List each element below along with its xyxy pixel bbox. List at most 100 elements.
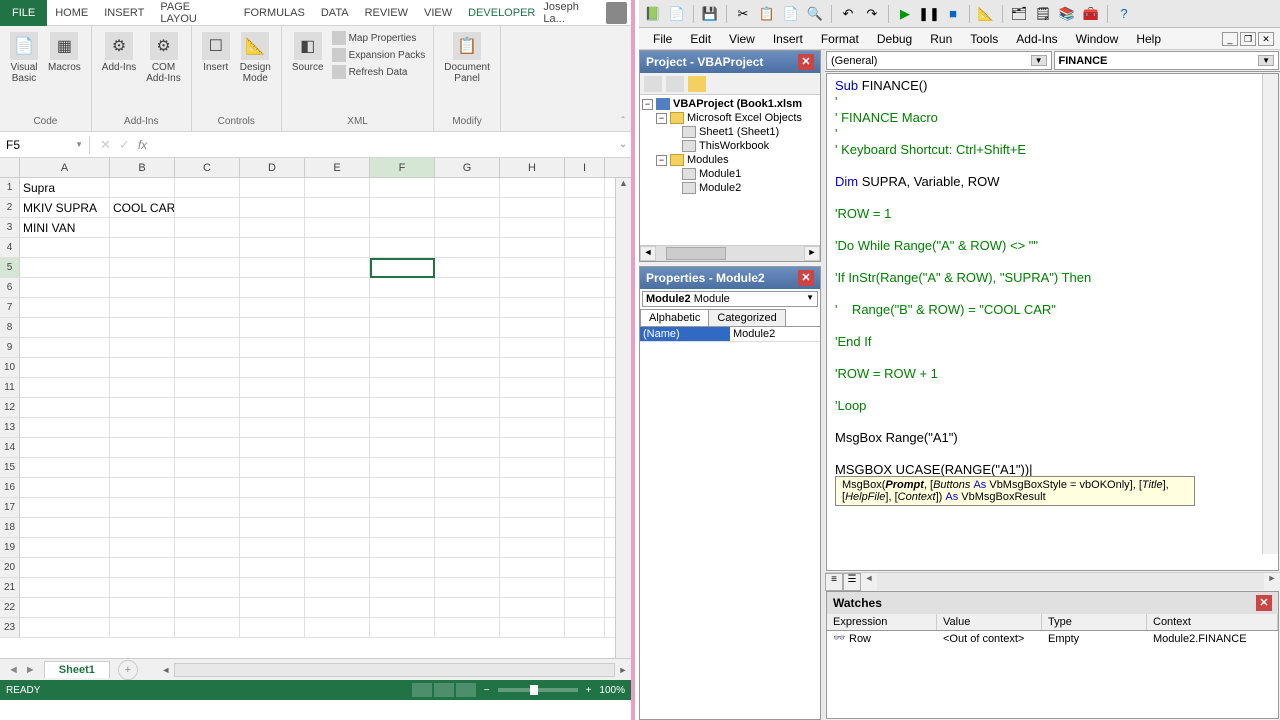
scroll-up-icon[interactable]: ▲ (616, 178, 631, 194)
code-line[interactable]: ' FINANCE Macro (835, 110, 1270, 126)
run-icon[interactable]: ▶ (895, 4, 915, 24)
chevron-down-icon[interactable]: ▼ (1258, 55, 1274, 66)
menu-edit[interactable]: Edit (682, 30, 719, 48)
cell-C15[interactable] (175, 458, 240, 477)
cell-I18[interactable] (565, 518, 605, 537)
cell-B5[interactable] (110, 258, 175, 277)
cell-H3[interactable] (500, 218, 565, 237)
cell-F14[interactable] (370, 438, 435, 457)
cell-C16[interactable] (175, 478, 240, 497)
cell-A11[interactable] (20, 378, 110, 397)
cell-E4[interactable] (305, 238, 370, 257)
cell-C22[interactable] (175, 598, 240, 617)
cell-H16[interactable] (500, 478, 565, 497)
cell-D14[interactable] (240, 438, 305, 457)
cell-B1[interactable] (110, 178, 175, 197)
close-project-button[interactable]: ✕ (798, 54, 814, 70)
cell-E17[interactable] (305, 498, 370, 517)
cell-A20[interactable] (20, 558, 110, 577)
row-header[interactable]: 21 (0, 578, 20, 597)
cell-E22[interactable] (305, 598, 370, 617)
cell-H5[interactable] (500, 258, 565, 277)
cell-G13[interactable] (435, 418, 500, 437)
cell-F12[interactable] (370, 398, 435, 417)
cell-E14[interactable] (305, 438, 370, 457)
cell-C6[interactable] (175, 278, 240, 297)
cell-G23[interactable] (435, 618, 500, 637)
menu-format[interactable]: Format (813, 30, 867, 48)
cell-B22[interactable] (110, 598, 175, 617)
cell-H23[interactable] (500, 618, 565, 637)
com-addins-button[interactable]: ⚙COM Add-Ins (142, 30, 184, 86)
properties-icon[interactable]: 🗒 (1033, 4, 1053, 24)
code-line[interactable]: 'End If (835, 334, 1270, 350)
procedure-dropdown[interactable]: FINANCE▼ (1054, 51, 1280, 70)
cell-G2[interactable] (435, 198, 500, 217)
zoom-level[interactable]: 100% (599, 685, 625, 696)
code-line[interactable] (835, 286, 1270, 302)
code-hscroll[interactable] (877, 573, 1264, 590)
name-box-dropdown-icon[interactable]: ▼ (75, 140, 83, 149)
cell-B4[interactable] (110, 238, 175, 257)
view-code-icon[interactable] (644, 76, 662, 92)
code-line[interactable]: MsgBox Range("A1") (835, 430, 1270, 446)
cell-B19[interactable] (110, 538, 175, 557)
cell-B17[interactable] (110, 498, 175, 517)
cell-H2[interactable] (500, 198, 565, 217)
row-header[interactable]: 18 (0, 518, 20, 537)
row-header[interactable]: 2 (0, 198, 20, 217)
close-watches-button[interactable]: ✕ (1256, 595, 1272, 611)
col-header-c[interactable]: C (175, 158, 240, 177)
cell-F23[interactable] (370, 618, 435, 637)
code-line[interactable]: ' Keyboard Shortcut: Ctrl+Shift+E (835, 142, 1270, 158)
cell-D6[interactable] (240, 278, 305, 297)
cell-D22[interactable] (240, 598, 305, 617)
cell-B16[interactable] (110, 478, 175, 497)
view-object-icon[interactable] (666, 76, 684, 92)
cell-C13[interactable] (175, 418, 240, 437)
cell-I16[interactable] (565, 478, 605, 497)
row-header[interactable]: 19 (0, 538, 20, 557)
cell-C18[interactable] (175, 518, 240, 537)
page-layout-view-button[interactable] (434, 683, 454, 697)
cell-E10[interactable] (305, 358, 370, 377)
cell-F9[interactable] (370, 338, 435, 357)
cell-C19[interactable] (175, 538, 240, 557)
code-line[interactable] (835, 222, 1270, 238)
cell-C11[interactable] (175, 378, 240, 397)
cell-H11[interactable] (500, 378, 565, 397)
code-line[interactable] (835, 446, 1270, 462)
tab-developer[interactable]: DEVELOPER (460, 3, 543, 23)
col-header-i[interactable]: I (565, 158, 605, 177)
cell-A15[interactable] (20, 458, 110, 477)
procedure-view-button[interactable]: ≡ (825, 573, 843, 591)
cell-F18[interactable] (370, 518, 435, 537)
cell-E18[interactable] (305, 518, 370, 537)
cell-E1[interactable] (305, 178, 370, 197)
collapse-ribbon-button[interactable]: ˆ (615, 116, 631, 131)
cell-B13[interactable] (110, 418, 175, 437)
redo-icon[interactable]: ↷ (862, 4, 882, 24)
watches-col-value[interactable]: Value (937, 614, 1042, 630)
cell-I15[interactable] (565, 458, 605, 477)
cell-I23[interactable] (565, 618, 605, 637)
zoom-slider[interactable] (498, 688, 578, 692)
cut-icon[interactable]: ✂ (733, 4, 753, 24)
normal-view-button[interactable] (412, 683, 432, 697)
object-dropdown[interactable]: (General)▼ (826, 51, 1052, 70)
row-header[interactable]: 14 (0, 438, 20, 457)
cell-C2[interactable] (175, 198, 240, 217)
row-header[interactable]: 23 (0, 618, 20, 637)
cell-I7[interactable] (565, 298, 605, 317)
add-sheet-button[interactable]: + (118, 660, 138, 680)
project-tree[interactable]: −VBAProject (Book1.xlsm −Microsoft Excel… (640, 95, 820, 245)
expansion-packs-button[interactable]: Expansion Packs (330, 47, 428, 63)
menu-help[interactable]: Help (1128, 30, 1169, 48)
expand-icon[interactable]: − (656, 113, 667, 124)
col-header-b[interactable]: B (110, 158, 175, 177)
close-button[interactable]: ✕ (1258, 32, 1274, 46)
cell-E3[interactable] (305, 218, 370, 237)
menu-window[interactable]: Window (1068, 30, 1127, 48)
cell-C17[interactable] (175, 498, 240, 517)
row-header[interactable]: 15 (0, 458, 20, 477)
